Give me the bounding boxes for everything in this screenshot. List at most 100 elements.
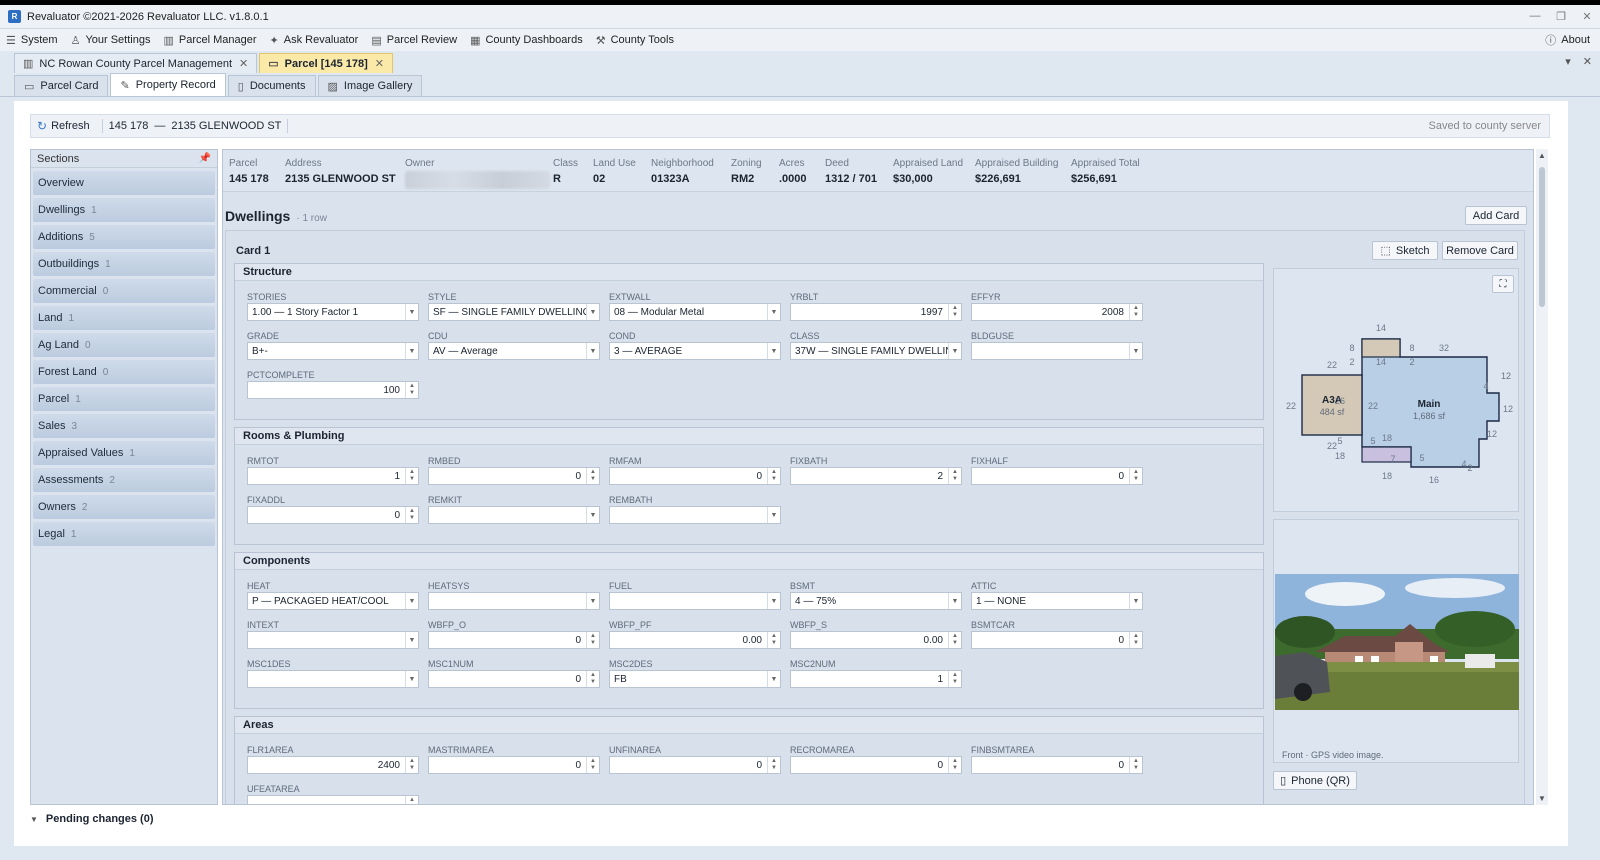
menu-parcel-review[interactable]: ▤ Parcel Review bbox=[371, 34, 457, 47]
phone-qr-button[interactable]: ▯ Phone (QR) bbox=[1273, 771, 1357, 790]
minimize-button[interactable]: — bbox=[1522, 10, 1548, 23]
numeric-input[interactable]: 1 ▲ ▼ bbox=[790, 670, 962, 688]
spinner-icon[interactable]: ▲▼ bbox=[767, 468, 780, 484]
spinner-icon[interactable]: ▲▼ bbox=[1129, 757, 1142, 773]
dropdown-select[interactable]: ▼ bbox=[428, 506, 600, 524]
spinner-icon[interactable]: ▲▼ bbox=[586, 671, 599, 687]
close-doc-icon[interactable]: ✕ bbox=[1583, 55, 1592, 68]
spinner-icon[interactable]: ▲▼ bbox=[586, 468, 599, 484]
spinner-icon[interactable]: ▲▼ bbox=[948, 757, 961, 773]
close-tab-icon[interactable]: ✕ bbox=[375, 57, 384, 70]
vertical-scrollbar[interactable]: ▲ ▼ bbox=[1536, 149, 1548, 805]
dropdown-select[interactable]: 3 — AVERAGE ▼ bbox=[609, 342, 781, 360]
chevron-down-icon[interactable]: ▼ bbox=[1129, 343, 1142, 359]
chevron-down-icon[interactable]: ▼ bbox=[767, 671, 780, 687]
dropdown-select[interactable]: ▼ bbox=[247, 670, 419, 688]
spinner-icon[interactable]: ▲▼ bbox=[948, 304, 961, 320]
spinner-icon[interactable]: ▲▼ bbox=[1129, 304, 1142, 320]
chevron-down-icon[interactable]: ▼ bbox=[586, 343, 599, 359]
tab-image-gallery[interactable]: ▨ Image Gallery bbox=[317, 75, 423, 96]
numeric-input[interactable]: 2 ▲ ▼ bbox=[790, 467, 962, 485]
menu-ask-revaluator[interactable]: ✦ Ask Revaluator bbox=[270, 34, 359, 47]
spinner-icon[interactable]: ▲▼ bbox=[948, 671, 961, 687]
section-item[interactable]: Assessments 2 bbox=[33, 468, 215, 492]
section-item[interactable]: Legal 1 bbox=[33, 522, 215, 546]
scroll-thumb[interactable] bbox=[1539, 167, 1545, 307]
chevron-down-icon[interactable]: ▼ bbox=[586, 593, 599, 609]
menu-your-settings[interactable]: ♙ Your Settings bbox=[71, 34, 151, 47]
spinner-icon[interactable]: ▲▼ bbox=[405, 507, 418, 523]
chevron-down-icon[interactable]: ▼ bbox=[948, 343, 961, 359]
dropdown-select[interactable]: ▼ bbox=[971, 342, 1143, 360]
spinner-icon[interactable]: ▲▼ bbox=[586, 757, 599, 773]
numeric-input[interactable]: 0 ▲ ▼ bbox=[971, 467, 1143, 485]
numeric-input[interactable]: 0 ▲ ▼ bbox=[971, 631, 1143, 649]
spinner-icon[interactable]: ▲▼ bbox=[948, 632, 961, 648]
dropdown-select[interactable]: 08 — Modular Metal ▼ bbox=[609, 303, 781, 321]
add-card-button[interactable]: Add Card bbox=[1465, 206, 1527, 225]
dropdown-select[interactable]: B+- ▼ bbox=[247, 342, 419, 360]
dropdown-select[interactable]: 4 — 75% ▼ bbox=[790, 592, 962, 610]
menu-county-tools[interactable]: ⚒ County Tools bbox=[596, 34, 674, 47]
dropdown-select[interactable]: ▼ bbox=[428, 592, 600, 610]
chevron-down-icon[interactable]: ▼ bbox=[405, 671, 418, 687]
section-item[interactable]: Land 1 bbox=[33, 306, 215, 330]
numeric-input[interactable]: 0 ▲ ▼ bbox=[971, 756, 1143, 774]
pin-icon[interactable]: 📌 bbox=[199, 153, 211, 164]
section-item[interactable]: Appraised Values 1 bbox=[33, 441, 215, 465]
chevron-down-icon[interactable]: ▼ bbox=[767, 304, 780, 320]
numeric-input[interactable]: 1997 ▲ ▼ bbox=[790, 303, 962, 321]
chevron-down-icon[interactable]: ▼ bbox=[405, 304, 418, 320]
chevron-down-icon[interactable]: ▼ bbox=[586, 507, 599, 523]
numeric-input[interactable]: 0 ▲ ▼ bbox=[790, 756, 962, 774]
spinner-icon[interactable]: ▲▼ bbox=[767, 632, 780, 648]
menu-system[interactable]: ☰ System bbox=[6, 34, 58, 47]
numeric-input[interactable]: 0.00 ▲ ▼ bbox=[609, 631, 781, 649]
chevron-down-icon[interactable]: ▼ bbox=[767, 507, 780, 523]
dropdown-select[interactable]: ▼ bbox=[609, 506, 781, 524]
spinner-icon[interactable]: ▲▼ bbox=[405, 757, 418, 773]
dropdown-select[interactable]: AV — Average ▼ bbox=[428, 342, 600, 360]
menu-parcel-manager[interactable]: ▥ Parcel Manager bbox=[163, 34, 256, 47]
building-sketch[interactable]: Main 1,686 sf A3A 484 sf 148 8 3222 2122142… bbox=[1274, 269, 1520, 513]
house-photo[interactable] bbox=[1275, 574, 1519, 710]
scroll-up-icon[interactable]: ▲ bbox=[1536, 151, 1548, 160]
numeric-input[interactable]: 0 ▲ ▼ bbox=[428, 467, 600, 485]
section-item[interactable]: Outbuildings 1 bbox=[33, 252, 215, 276]
chevron-down-icon[interactable]: ▼ bbox=[405, 593, 418, 609]
remove-card-button[interactable]: Remove Card bbox=[1442, 241, 1518, 260]
numeric-input[interactable]: 0 ▲ ▼ bbox=[428, 756, 600, 774]
chevron-down-icon[interactable]: ▼ bbox=[1129, 593, 1142, 609]
sketch-button[interactable]: ⬚ Sketch bbox=[1372, 241, 1438, 260]
numeric-input[interactable]: 0 ▲ ▼ bbox=[609, 756, 781, 774]
refresh-button[interactable]: ↻ Refresh bbox=[37, 119, 90, 133]
dropdown-select[interactable]: 1 — NONE ▼ bbox=[971, 592, 1143, 610]
dropdown-select[interactable]: P — PACKAGED HEAT/COOL ▼ bbox=[247, 592, 419, 610]
spinner-icon[interactable]: ▲▼ bbox=[1129, 468, 1142, 484]
numeric-input[interactable]: 0 ▲ ▼ bbox=[609, 467, 781, 485]
tab-property-record[interactable]: ✎ Property Record bbox=[110, 73, 226, 96]
numeric-input[interactable]: 1 ▲ ▼ bbox=[247, 467, 419, 485]
section-item[interactable]: Overview bbox=[33, 171, 215, 195]
tab-documents[interactable]: ▯ Documents bbox=[227, 75, 316, 96]
restore-button[interactable]: ❐ bbox=[1548, 10, 1574, 23]
section-item[interactable]: Sales 3 bbox=[33, 414, 215, 438]
numeric-input[interactable]: 0 ▲ ▼ bbox=[428, 631, 600, 649]
tab-parcel-card[interactable]: ▭ Parcel Card bbox=[14, 75, 109, 96]
dropdown-select[interactable]: ▼ bbox=[609, 592, 781, 610]
section-item[interactable]: Dwellings 1 bbox=[33, 198, 215, 222]
section-item[interactable]: Owners 2 bbox=[33, 495, 215, 519]
numeric-input[interactable]: ▲▼ bbox=[247, 795, 419, 804]
dropdown-select[interactable]: 37W — SINGLE FAMILY DWELLING ▼ bbox=[790, 342, 962, 360]
scroll-down-icon[interactable]: ▼ bbox=[1536, 794, 1548, 803]
numeric-input[interactable]: 0 ▲ ▼ bbox=[428, 670, 600, 688]
section-item[interactable]: Additions 5 bbox=[33, 225, 215, 249]
spinner-icon[interactable]: ▲▼ bbox=[405, 468, 418, 484]
chevron-down-icon[interactable]: ▼ bbox=[405, 343, 418, 359]
doc-tab-county[interactable]: ▥ NC Rowan County Parcel Management ✕ bbox=[14, 53, 258, 73]
tab-list-chevron-icon[interactable]: ▾ bbox=[1565, 55, 1571, 68]
menu-about[interactable]: ⓘ About bbox=[1545, 32, 1590, 48]
close-tab-icon[interactable]: ✕ bbox=[239, 57, 248, 70]
chevron-down-icon[interactable]: ▼ bbox=[948, 593, 961, 609]
spinner-icon[interactable]: ▲▼ bbox=[948, 468, 961, 484]
